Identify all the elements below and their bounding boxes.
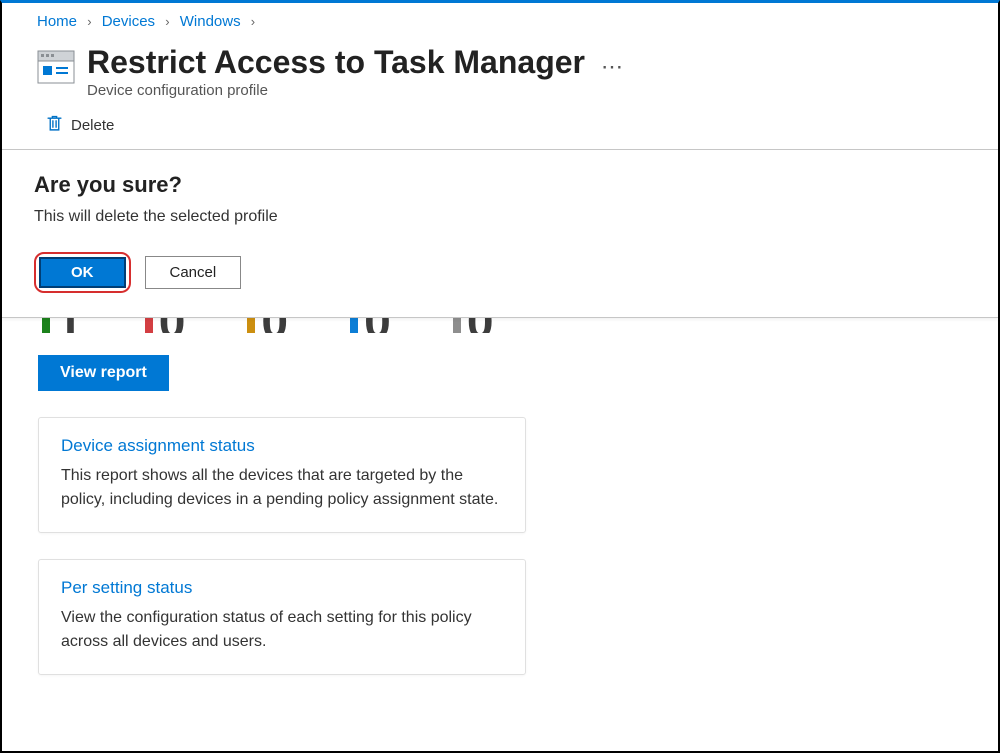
card-per-setting-status: Per setting status View the configuratio… bbox=[38, 559, 526, 675]
dialog-message: This will delete the selected profile bbox=[34, 208, 966, 226]
cards-section: Device assignment status This report sho… bbox=[2, 403, 998, 689]
dialog-title: Are you sure? bbox=[34, 172, 966, 198]
delete-label: Delete bbox=[71, 117, 114, 134]
page-title: Restrict Access to Task Manager bbox=[87, 44, 585, 81]
page-header: Restrict Access to Task Manager Device c… bbox=[2, 38, 998, 113]
breadcrumb-devices[interactable]: Devices bbox=[102, 13, 155, 30]
trash-icon bbox=[46, 115, 63, 136]
card-text: This report shows all the devices that a… bbox=[61, 464, 503, 512]
page-subtitle: Device configuration profile bbox=[87, 82, 585, 99]
ok-button[interactable]: OK bbox=[39, 257, 126, 288]
chevron-right-icon: › bbox=[165, 14, 169, 29]
card-title-link[interactable]: Device assignment status bbox=[61, 436, 503, 456]
card-device-assignment-status: Device assignment status This report sho… bbox=[38, 417, 526, 533]
cancel-button[interactable]: Cancel bbox=[145, 256, 242, 289]
status-bar-icon bbox=[42, 317, 50, 333]
status-bar-icon bbox=[453, 317, 461, 333]
breadcrumb-windows[interactable]: Windows bbox=[180, 13, 241, 30]
status-bar-icon bbox=[145, 317, 153, 333]
chevron-right-icon: › bbox=[251, 14, 255, 29]
delete-button[interactable]: Delete bbox=[46, 115, 114, 136]
confirm-dialog: Are you sure? This will delete the selec… bbox=[2, 149, 998, 318]
ok-highlight: OK bbox=[34, 252, 131, 293]
profile-icon bbox=[37, 48, 75, 86]
chevron-right-icon: › bbox=[87, 14, 91, 29]
card-title-link[interactable]: Per setting status bbox=[61, 578, 503, 598]
breadcrumb-home[interactable]: Home bbox=[37, 13, 77, 30]
status-bar-icon bbox=[350, 317, 358, 333]
breadcrumb: Home › Devices › Windows › bbox=[2, 3, 998, 38]
status-bar-icon bbox=[247, 317, 255, 333]
card-text: View the configuration status of each se… bbox=[61, 606, 503, 654]
toolbar: Delete bbox=[2, 113, 998, 149]
view-report-button[interactable]: View report bbox=[38, 355, 169, 391]
more-actions-button[interactable]: ⋯ bbox=[601, 44, 625, 80]
